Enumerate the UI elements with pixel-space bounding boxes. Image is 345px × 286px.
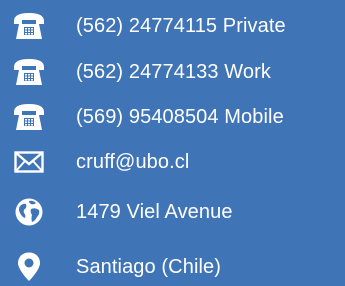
contact-text: (562) 24774133 Work — [76, 61, 271, 83]
contact-text: 1479 Viel Avenue — [76, 201, 233, 223]
contact-item-phone-private[interactable]: (562) 24774115 Private — [0, 7, 345, 45]
telephone-icon — [10, 53, 48, 91]
globe-icon — [10, 193, 48, 231]
envelope-icon — [10, 143, 48, 181]
telephone-icon — [10, 98, 48, 136]
contact-text: (562) 24774115 Private — [76, 15, 286, 37]
contact-list: (562) 24774115 Private (562) 24774133 Wo… — [0, 0, 345, 282]
contact-text: (569) 95408504 Mobile — [76, 106, 284, 128]
contact-text: Santiago (Chile) — [76, 256, 222, 278]
contact-item-email[interactable]: cruff@ubo.cl — [0, 143, 345, 181]
contact-item-phone-mobile[interactable]: (569) 95408504 Mobile — [0, 98, 345, 136]
contact-item-city[interactable]: Santiago (Chile) — [0, 248, 345, 286]
map-pin-icon — [10, 248, 48, 286]
contact-item-address[interactable]: 1479 Viel Avenue — [0, 193, 345, 231]
contact-text: cruff@ubo.cl — [76, 151, 190, 173]
contact-item-phone-work[interactable]: (562) 24774133 Work — [0, 53, 345, 91]
telephone-icon — [10, 7, 48, 45]
